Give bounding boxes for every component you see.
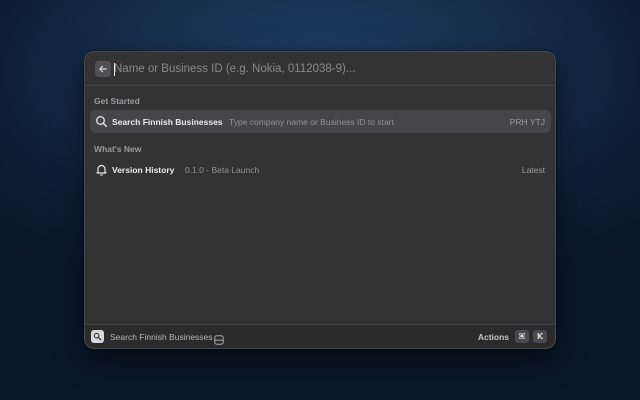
toast-icon[interactable] xyxy=(214,332,224,345)
footer-app-name: Search Finnish Businesses xyxy=(110,332,213,342)
text-caret xyxy=(114,63,115,76)
search-icon xyxy=(95,115,108,128)
section-title-whats-new: What's New xyxy=(94,144,142,154)
list-item-version-history[interactable]: Version History 0.1.0 - Beta Launch Late… xyxy=(90,158,551,181)
launcher-window: Get Started Search Finnish Businesses Ty… xyxy=(84,51,556,349)
extension-icon xyxy=(91,330,104,343)
list-item-title: Search Finnish Businesses xyxy=(112,116,223,127)
list-item-subtitle: Type company name or Business ID to star… xyxy=(229,116,394,127)
command-key: ⌘ xyxy=(515,330,529,343)
search-bar xyxy=(85,52,555,86)
actions-button[interactable]: Actions xyxy=(478,332,509,342)
arrow-left-icon xyxy=(99,65,108,73)
search-input[interactable] xyxy=(114,60,534,78)
list-item-title: Version History xyxy=(112,164,175,175)
k-key: K xyxy=(533,330,547,343)
list-item-subtitle: 0.1.0 - Beta Launch xyxy=(185,164,260,175)
back-button[interactable] xyxy=(95,61,111,77)
action-bar: Search Finnish Businesses Actions ⌘ K xyxy=(85,324,555,348)
list-item-accessory: PRH YTJ xyxy=(509,116,545,127)
list-item-search-finnish-businesses[interactable]: Search Finnish Businesses Type company n… xyxy=(90,110,551,133)
bell-icon xyxy=(95,163,108,176)
list-item-accessory: Latest xyxy=(521,164,545,175)
section-title-get-started: Get Started xyxy=(94,96,140,106)
